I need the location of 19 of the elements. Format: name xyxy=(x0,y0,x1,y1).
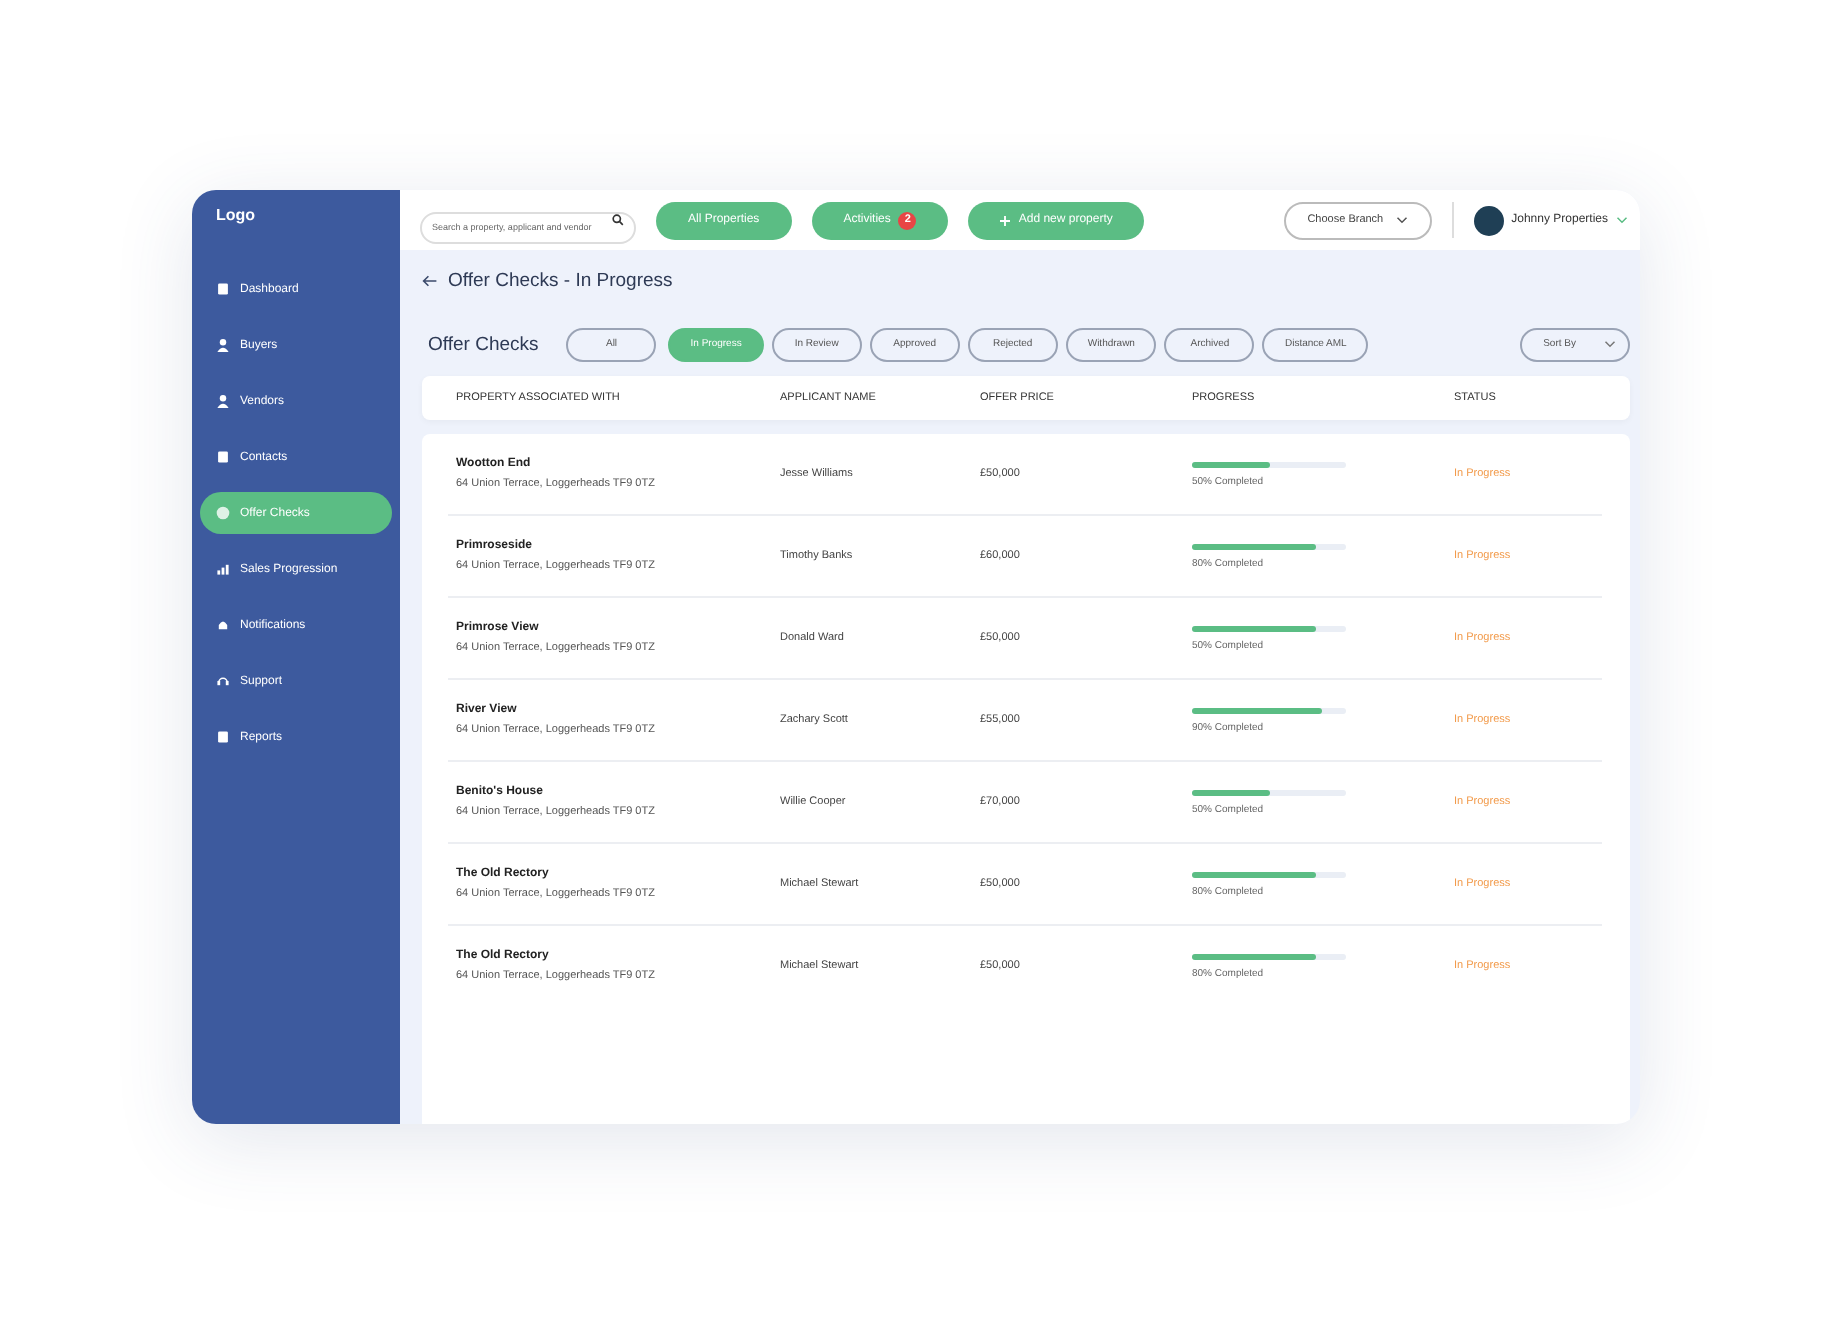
nav-icon xyxy=(216,730,230,744)
logo: Logo xyxy=(214,206,258,224)
chevron-icon xyxy=(1616,216,1628,224)
page-title: Offer Checks - In Progress xyxy=(448,269,673,291)
nav-icon xyxy=(216,674,230,688)
section-title: Offer Checks xyxy=(428,333,539,355)
nav-icon xyxy=(216,282,230,296)
nav-icon xyxy=(216,562,230,576)
chevron-icon xyxy=(1604,340,1616,348)
plus-icon xyxy=(1000,215,1011,225)
nav-icon xyxy=(216,450,230,464)
search-icon xyxy=(612,214,624,226)
nav-icon xyxy=(216,338,230,352)
avatar xyxy=(1473,205,1504,235)
nav-icon xyxy=(216,506,230,520)
back-arrow-icon[interactable] xyxy=(422,273,438,287)
nav-icon xyxy=(216,618,230,632)
nav-icon xyxy=(216,394,230,408)
chevron-icon xyxy=(1395,216,1408,224)
